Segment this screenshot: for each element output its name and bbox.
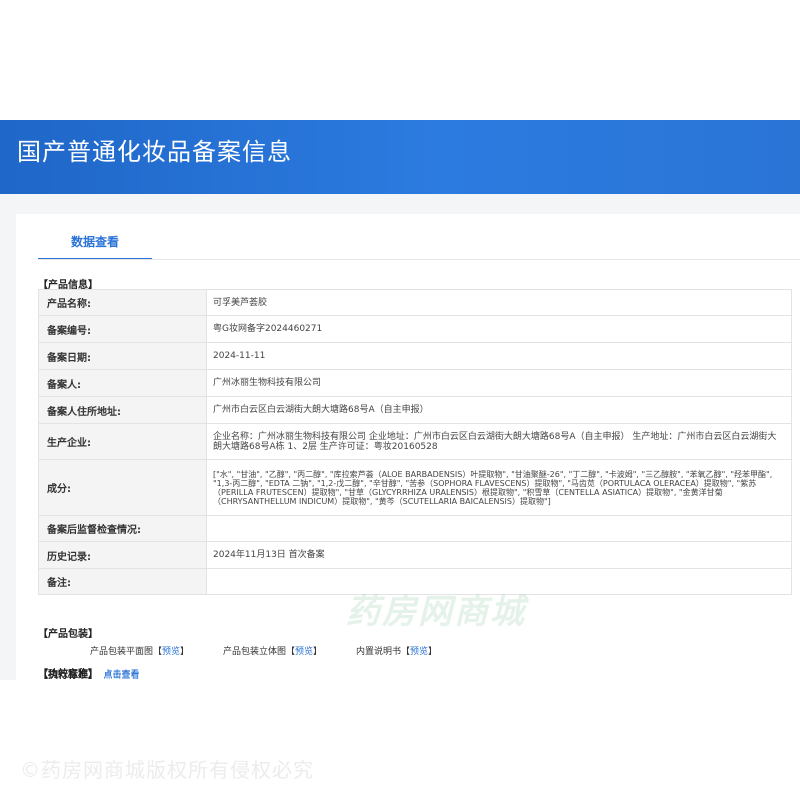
row-label: 备案日期: bbox=[38, 342, 207, 370]
row-value: 2024年11月13日 首次备案 bbox=[206, 541, 792, 569]
packaging-item-label: 内置说明书 bbox=[356, 647, 402, 657]
row-label: 备案人: bbox=[38, 369, 207, 397]
row-label: 历史记录: bbox=[38, 541, 207, 569]
table-row: 产品名称: 可孚美芦荟胶 bbox=[38, 289, 792, 316]
preview-link[interactable]: 预览 bbox=[410, 647, 428, 657]
packaging-item-label: 产品包装立体图 bbox=[223, 647, 287, 657]
preview-link[interactable]: 预览 bbox=[295, 647, 313, 657]
table-row: 备案日期: 2024-11-11 bbox=[38, 342, 792, 370]
row-value: 企业名称：广州冰丽生物科技有限公司 企业地址：广州市白云区白云湖街大朗大塘路68… bbox=[206, 423, 792, 460]
table-row: 备案编号: 粤G妆网备字2024460271 bbox=[38, 315, 792, 343]
packaging-section-title: 【产品包装】 bbox=[38, 629, 98, 640]
row-value bbox=[206, 515, 792, 542]
table-row: 备案人: 广州冰丽生物科技有限公司 bbox=[38, 369, 792, 397]
row-value: ["水", "甘油", "乙醇", "丙二醇", "库拉索芦荟（ALOE BAR… bbox=[206, 459, 792, 516]
product-info-table: 产品名称: 可孚美芦荟胶 备案编号: 粤G妆网备字2024460271 备案日期… bbox=[38, 289, 792, 595]
row-value: 粤G妆网备字2024460271 bbox=[206, 315, 792, 343]
packaging-item-3d: 产品包装立体图【预览】 bbox=[223, 647, 323, 657]
row-value: 广州市白云区白云湖街大朗大塘路68号A（自主申报） bbox=[206, 396, 792, 424]
page-title: 国产普通化妆品备案信息 bbox=[17, 138, 292, 166]
row-label: 产品名称: bbox=[38, 289, 207, 316]
row-label: 生产企业: bbox=[38, 423, 207, 460]
watermark-text: 药房网商城 bbox=[346, 592, 526, 632]
row-label: 备案后监督检查情况: bbox=[38, 515, 207, 542]
tab-divider bbox=[38, 259, 800, 260]
table-row: 备案人住所地址: 广州市白云区白云湖街大朗大塘路68号A（自主申报） bbox=[38, 396, 792, 424]
copyright-watermark: ©药房网商城版权所有侵权必究 bbox=[20, 758, 314, 782]
content-area: 数据查看 【产品信息】 产品名称: 可孚美芦荟胶 备案编号: 粤G妆网备字202… bbox=[0, 194, 800, 681]
row-value: 可孚美芦荟胶 bbox=[206, 289, 792, 316]
packaging-item-flat: 产品包装平面图【预览】 bbox=[90, 647, 190, 657]
efficacy-section: 【功效宣称】 点击查看 bbox=[38, 665, 140, 680]
table-row: 历史记录: 2024年11月13日 首次备案 bbox=[38, 541, 792, 569]
row-label: 备案编号: bbox=[38, 315, 207, 343]
preview-link[interactable]: 预览 bbox=[162, 647, 180, 657]
table-row: 备案后监督检查情况: bbox=[38, 515, 792, 542]
packaging-item-label: 产品包装平面图 bbox=[90, 647, 154, 657]
packaging-item-manual: 内置说明书【预览】 bbox=[356, 647, 438, 657]
row-label: 备案人住所地址: bbox=[38, 396, 207, 424]
efficacy-view-link[interactable]: 点击查看 bbox=[103, 670, 139, 680]
table-row: 成分: ["水", "甘油", "乙醇", "丙二醇", "库拉索芦荟（ALOE… bbox=[38, 459, 792, 516]
efficacy-title: 【功效宣称】 bbox=[38, 669, 98, 680]
page-header-banner: 国产普通化妆品备案信息 bbox=[0, 120, 800, 194]
row-value: 2024-11-11 bbox=[206, 342, 792, 370]
tab-data-view[interactable]: 数据查看 bbox=[38, 228, 152, 260]
table-row: 生产企业: 企业名称：广州冰丽生物科技有限公司 企业地址：广州市白云区白云湖街大… bbox=[38, 423, 792, 460]
row-label: 成分: bbox=[38, 459, 207, 516]
data-panel: 数据查看 【产品信息】 产品名称: 可孚美芦荟胶 备案编号: 粤G妆网备字202… bbox=[16, 214, 800, 681]
row-value: 广州冰丽生物科技有限公司 bbox=[206, 369, 792, 397]
tab-data-view-label: 数据查看 bbox=[70, 235, 119, 249]
row-label: 备注: bbox=[38, 568, 207, 595]
